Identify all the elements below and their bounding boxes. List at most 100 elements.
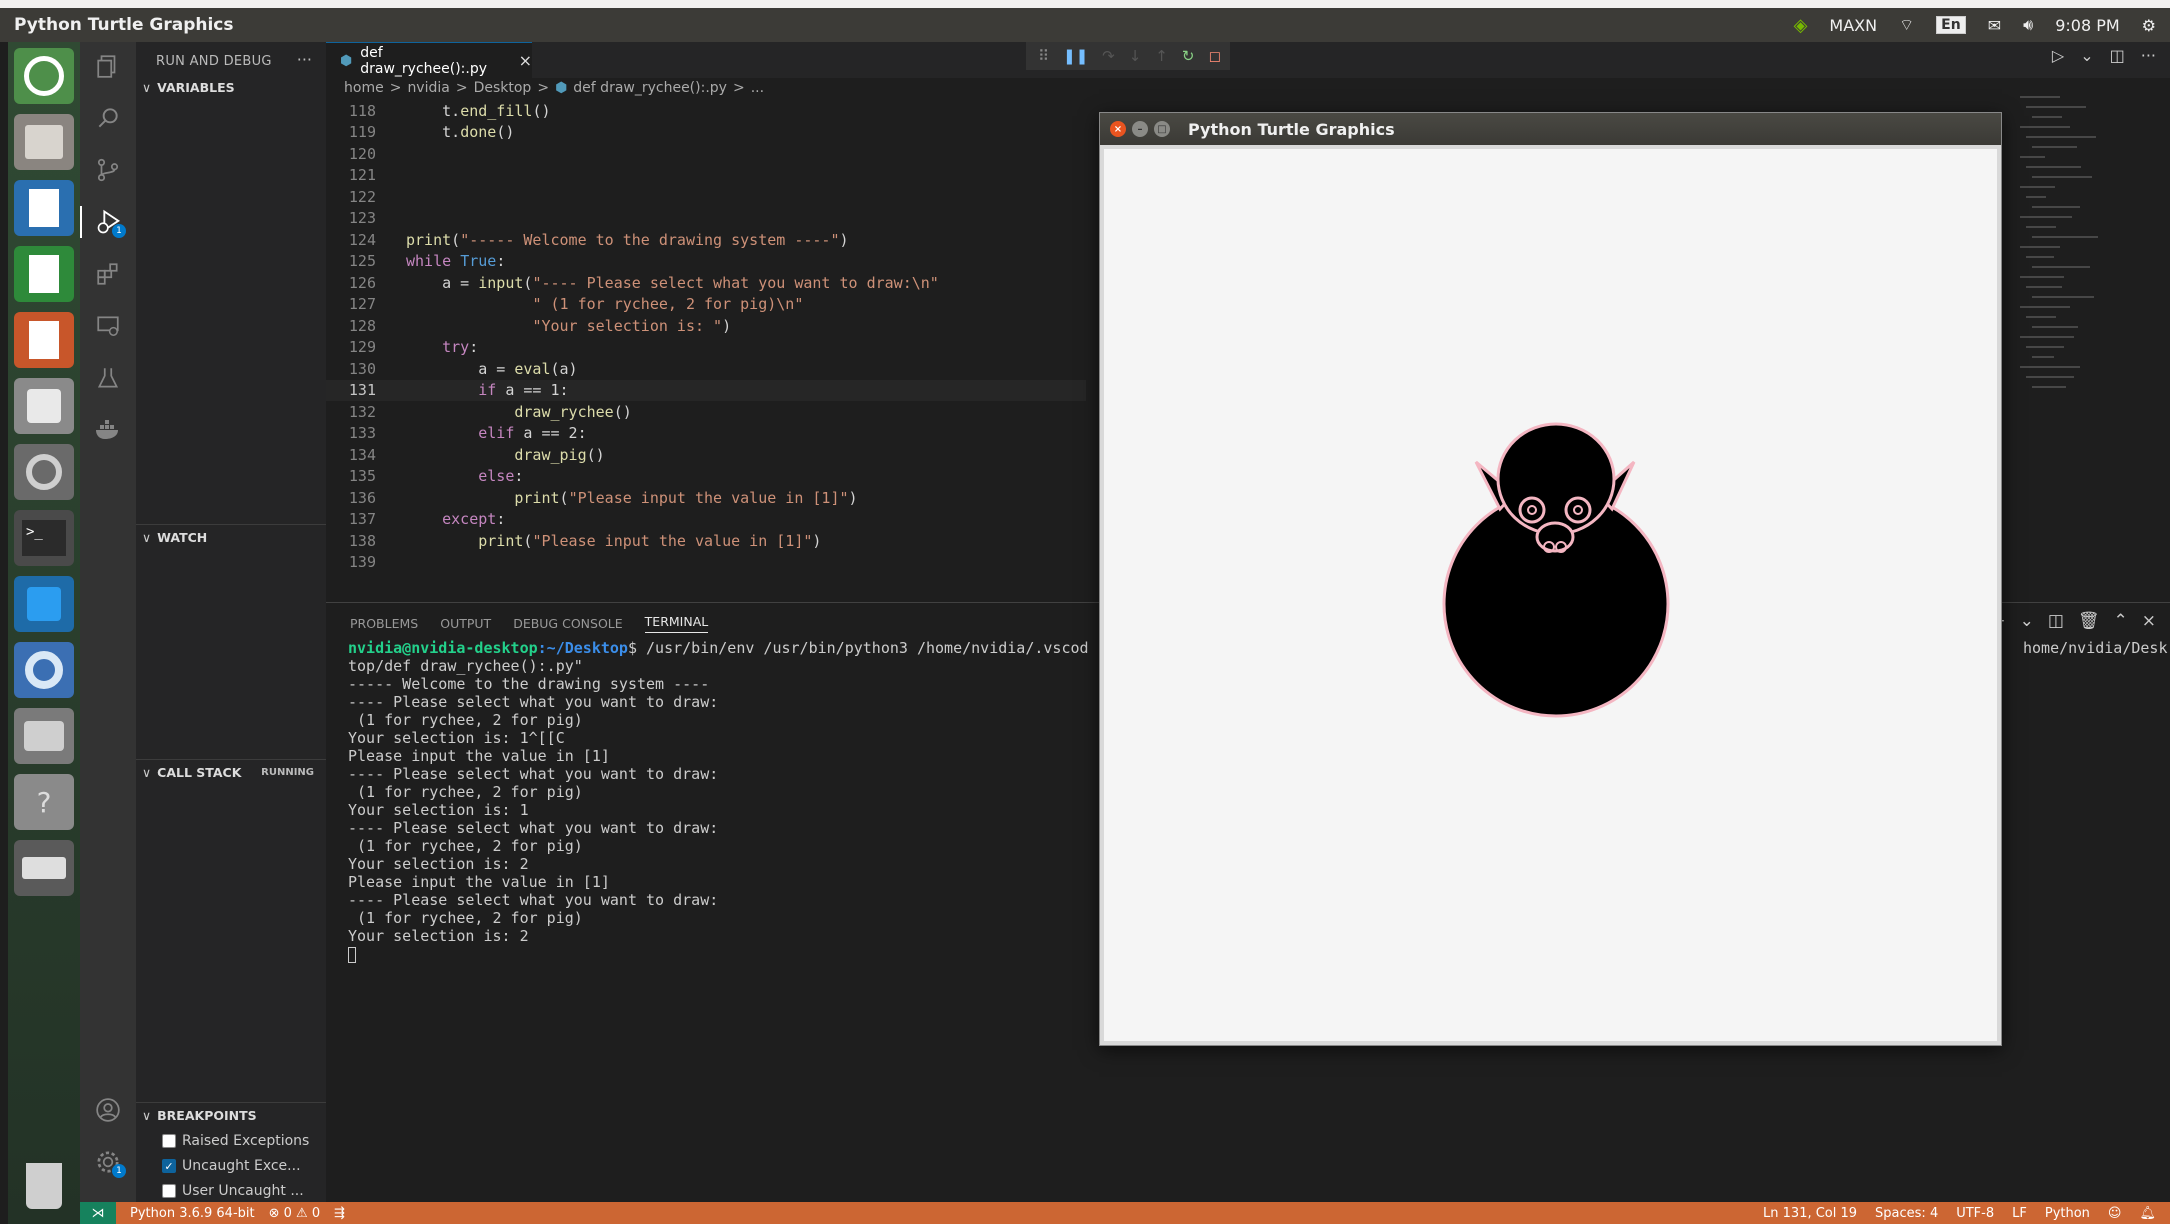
breadcrumb-item[interactable]: def draw_rychee():.py [573,80,727,96]
remote-indicator-icon[interactable]: ⋊ [80,1202,116,1224]
explorer-icon[interactable] [92,50,124,82]
split-terminal-icon[interactable]: ◫ [2048,611,2064,631]
code-line[interactable]: 136 print("Please input the value in [1]… [326,487,1086,509]
watch-section[interactable]: ∨ WATCH [136,524,326,550]
stop-icon[interactable]: ◻ [1208,47,1220,65]
close-panel-icon[interactable]: × [2142,611,2156,631]
split-editor-icon[interactable]: ◫ [2110,46,2125,65]
notifications-bell-icon[interactable]: 🔔︎ [2139,1206,2156,1221]
testing-icon[interactable] [92,362,124,394]
code-line[interactable]: 138 print("Please input the value in [1]… [326,530,1086,552]
search-icon[interactable] [92,102,124,134]
maximize-window-icon[interactable]: □ [1154,121,1170,137]
step-out-icon[interactable]: ↑ [1155,47,1168,65]
breadcrumb-item[interactable]: home [344,80,384,96]
system-settings-icon[interactable] [14,444,74,500]
code-line[interactable]: 127 " (1 for rychee, 2 for pig)\n" [326,294,1086,316]
chromium-icon[interactable] [14,642,74,698]
nvidia-icon[interactable]: ◈ [1794,15,1808,36]
chevron-down-icon[interactable]: ⌄ [2020,611,2034,631]
breakpoint-user-uncaught[interactable]: User Uncaught ... [162,1180,304,1202]
maximize-panel-icon[interactable]: ⌃ [2114,611,2128,631]
code-line[interactable]: 124 print("----- Welcome to the drawing s… [326,229,1086,251]
close-icon[interactable]: × [519,51,532,70]
breadcrumb-item[interactable]: ... [751,80,764,96]
settings-gear-icon[interactable]: ⚙ [2142,16,2156,35]
turtle-canvas[interactable] [1104,149,1997,1041]
encoding[interactable]: UTF-8 [1956,1206,1994,1221]
drag-handle-icon[interactable]: ⠿ [1038,47,1049,65]
language-mode[interactable]: Python [2045,1206,2090,1221]
run-debug-icon[interactable]: 1 [80,206,136,238]
files-icon[interactable] [14,114,74,170]
camera-icon[interactable] [14,708,74,764]
minimap[interactable] [2020,96,2160,416]
code-line[interactable]: 120 [326,143,1086,165]
code-line[interactable]: 134 draw_pig() [326,444,1086,466]
code-line[interactable]: 123 [326,208,1086,230]
extensions-icon[interactable] [92,258,124,290]
checkbox[interactable] [162,1134,176,1148]
breakpoint-uncaught-exceptions[interactable]: ✓ Uncaught Exce... [162,1155,301,1177]
code-line[interactable]: 121 [326,165,1086,187]
drive-icon[interactable] [14,840,74,896]
remote-explorer-icon[interactable] [92,310,124,342]
breadcrumb-item[interactable]: Desktop [474,80,532,96]
docker-icon[interactable] [92,414,124,446]
problems-count[interactable]: ⊗ 0 ⚠ 0 [269,1206,321,1221]
code-line[interactable]: 128 "Your selection is: ") [326,315,1086,337]
end-of-line[interactable]: LF [2012,1206,2027,1221]
code-line[interactable]: 133 elif a == 2: [326,423,1086,445]
tab-output[interactable]: OUTPUT [440,616,491,631]
code-line[interactable]: 129 try: [326,337,1086,359]
live-share-icon[interactable]: ⇶ [334,1206,345,1221]
code-editor[interactable]: 118 t.end_fill() 119 t.done() 120 121 122 123… [326,100,1086,600]
call-stack-section[interactable]: ∨ CALL STACK RUNNING [136,759,326,785]
python-interpreter[interactable]: Python 3.6.9 64-bit [130,1206,255,1221]
clock[interactable]: 9:08 PM [2055,16,2119,35]
checkbox[interactable] [162,1184,176,1198]
code-line[interactable]: 126 a = input("---- Please select what y… [326,272,1086,294]
trash-icon[interactable]: 🗑︎ [2078,611,2100,631]
feedback-icon[interactable]: ☺ [2108,1206,2122,1221]
turtle-titlebar[interactable]: × – □ Python Turtle Graphics [1100,113,2001,145]
minimize-window-icon[interactable]: – [1132,121,1148,137]
writer-icon[interactable] [14,180,74,236]
turtle-window[interactable]: × – □ Python Turtle Graphics [1099,112,2002,1046]
step-over-icon[interactable]: ↷ [1102,47,1115,65]
calc-icon[interactable] [14,246,74,302]
close-window-icon[interactable]: × [1110,121,1126,137]
wifi-icon[interactable]: ⌔ [1899,15,1914,35]
source-control-icon[interactable] [92,154,124,186]
editor-tab[interactable]: ⬢ def draw_rychee():.py × [326,42,532,78]
code-line[interactable]: 131 if a == 1: [326,379,1086,401]
tab-debug-console[interactable]: DEBUG CONSOLE [513,616,622,631]
tab-problems[interactable]: PROBLEMS [350,616,418,631]
accounts-icon[interactable] [92,1094,124,1126]
code-line[interactable]: 122 [326,186,1086,208]
code-line[interactable]: 130 a = eval(a) [326,358,1086,380]
step-into-icon[interactable]: ↓ [1129,47,1142,65]
pause-icon[interactable]: ❚❚ [1063,47,1088,65]
vscode-icon[interactable] [14,576,74,632]
code-line[interactable]: 135 else: [326,466,1086,488]
keyboard-language[interactable]: En [1936,16,1966,34]
software-center-icon[interactable] [14,378,74,434]
checkbox[interactable]: ✓ [162,1159,176,1173]
breakpoints-section[interactable]: ∨ BREAKPOINTS [136,1102,326,1128]
breadcrumb-item[interactable]: nvidia [407,80,449,96]
dash-home-icon[interactable] [14,48,74,104]
restart-icon[interactable]: ↻ [1182,47,1195,65]
run-icon[interactable]: ▷ [2052,46,2064,65]
code-line[interactable]: 118 t.end_fill() [326,100,1086,122]
sidebar-more-button[interactable]: ··· [297,50,312,69]
code-line[interactable]: 125 while True: [326,251,1086,273]
help-icon[interactable]: ? [14,774,74,830]
chevron-down-icon[interactable]: ⌄ [2080,46,2093,65]
indentation[interactable]: Spaces: 4 [1875,1206,1938,1221]
breakpoint-raised-exceptions[interactable]: Raised Exceptions [162,1130,309,1152]
terminal-icon[interactable]: >_ [14,510,74,566]
more-actions-icon[interactable]: ··· [2141,46,2156,65]
code-line[interactable]: 119 t.done() [326,122,1086,144]
volume-icon[interactable]: 🔊︎ [2023,15,2033,35]
